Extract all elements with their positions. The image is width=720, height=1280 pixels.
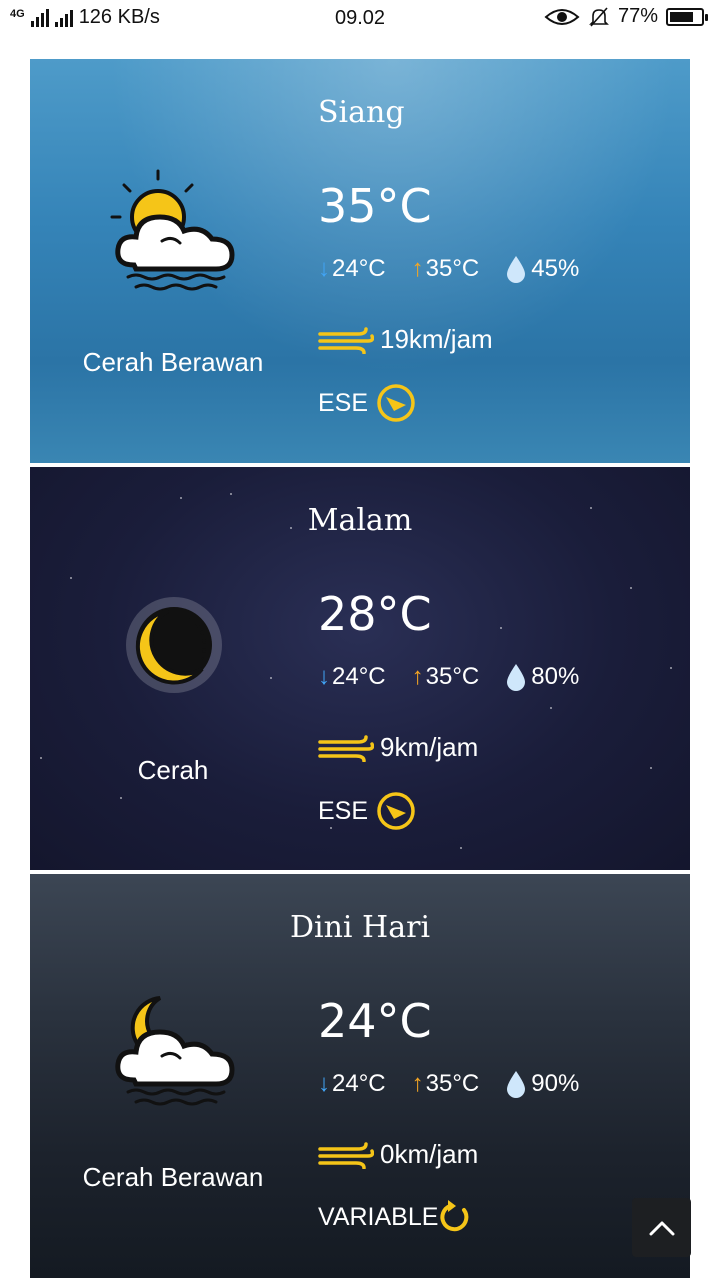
- water-drop-icon: [507, 1071, 526, 1098]
- period-title: Dini Hari: [289, 910, 431, 945]
- arrow-down-icon: ↓: [318, 663, 330, 690]
- max-temp: ↑ 35°C: [412, 663, 480, 691]
- humidity: 90%: [505, 1070, 579, 1098]
- humidity-value: 45%: [531, 255, 580, 282]
- wind-icon: [318, 326, 374, 354]
- temperature: 24°C: [318, 994, 432, 1048]
- temperature: 28°C: [318, 587, 432, 641]
- wind-speed: 19km/jam: [318, 324, 493, 355]
- scroll-to-top-button[interactable]: [632, 1198, 691, 1257]
- status-bar: 4G 126 KB/s 09.02 77%: [0, 0, 720, 38]
- period-title: Siang: [318, 95, 405, 130]
- min-temp-value: 24°C: [332, 1070, 386, 1097]
- condition-label: Cerah Berawan: [82, 347, 264, 377]
- temperature-stats: ↓ 24°C ↑ 35°C 80%: [318, 663, 605, 691]
- sun-cloud-icon: [110, 169, 235, 291]
- max-temp-value: 35°C: [425, 663, 480, 690]
- weather-card-night: Malam Cerah 28°C ↓ 24°C ↑ 35°C 80% 9km/jam…: [30, 467, 690, 870]
- min-temp: ↓ 24°C: [318, 255, 386, 283]
- temperature-stats: ↓ 24°C ↑ 35°C 45%: [318, 255, 605, 283]
- arrow-up-icon: ↑: [411, 1070, 424, 1097]
- chevron-up-icon: [649, 1221, 674, 1235]
- wind-icon: [318, 1141, 374, 1169]
- status-right: 77%: [544, 5, 708, 28]
- wind-icon: [318, 734, 374, 762]
- wind-direction-value: VARIABLE: [318, 1202, 439, 1231]
- compass-icon: [377, 384, 415, 422]
- condition-label: Cerah Berawan: [82, 1162, 264, 1192]
- arrow-down-icon: ↓: [318, 255, 330, 282]
- temperature-stats: ↓ 24°C ↑ 35°C 90%: [318, 1070, 605, 1098]
- battery-percent: 77%: [617, 5, 658, 27]
- arrow-up-icon: ↑: [411, 255, 424, 282]
- humidity-value: 80%: [531, 663, 580, 690]
- max-temp: ↑ 35°C: [412, 1070, 480, 1098]
- wind-speed: 9km/jam: [318, 732, 478, 763]
- min-temp: ↓ 24°C: [318, 663, 386, 691]
- wind-speed-value: 9km/jam: [380, 732, 479, 762]
- wind-direction: VARIABLE: [318, 1198, 472, 1236]
- variable-direction-icon: [440, 1200, 469, 1232]
- min-temp: ↓ 24°C: [318, 1070, 386, 1098]
- moon-icon: [126, 597, 222, 693]
- weather-card-dawn: Dini Hari Cerah Berawan 24°C ↓ 24°C ↑ 35°C…: [30, 874, 690, 1278]
- bell-muted-icon: [589, 6, 609, 27]
- period-title: Malam: [307, 503, 413, 538]
- wind-speed-value: 19km/jam: [380, 324, 493, 354]
- wind-direction-value: ESE: [318, 388, 369, 417]
- battery-icon: [666, 7, 708, 26]
- wind-speed-value: 0km/jam: [380, 1139, 479, 1169]
- humidity: 45%: [505, 255, 579, 283]
- water-drop-icon: [507, 256, 526, 283]
- weather-card-day: Siang Cerah Berawan 35°C ↓ 24°C ↑ 35°C 45%: [30, 59, 690, 463]
- max-temp-value: 35°C: [425, 1070, 480, 1097]
- temperature: 35°C: [318, 179, 432, 233]
- max-temp-value: 35°C: [425, 255, 480, 282]
- compass-icon: [377, 792, 415, 830]
- moon-cloud-icon: [115, 996, 235, 1106]
- eye-icon: [544, 8, 580, 25]
- humidity: 80%: [505, 663, 579, 691]
- arrow-up-icon: ↑: [411, 663, 424, 690]
- condition-label: Cerah: [137, 755, 209, 785]
- wind-direction: ESE: [318, 791, 416, 831]
- arrow-down-icon: ↓: [318, 1070, 330, 1097]
- min-temp-value: 24°C: [332, 255, 386, 282]
- wind-direction: ESE: [318, 383, 416, 423]
- water-drop-icon: [507, 664, 526, 691]
- wind-direction-value: ESE: [318, 796, 369, 825]
- wind-speed: 0km/jam: [318, 1139, 478, 1170]
- max-temp: ↑ 35°C: [412, 255, 480, 283]
- humidity-value: 90%: [531, 1070, 580, 1097]
- min-temp-value: 24°C: [332, 663, 386, 690]
